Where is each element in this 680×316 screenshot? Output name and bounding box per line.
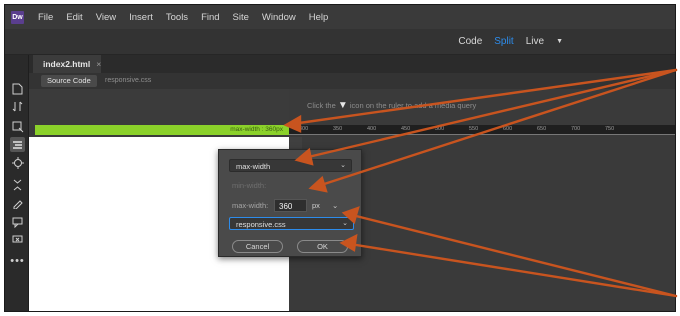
media-query-hint: Click the ▼ icon on the ruler to add a m…	[307, 100, 476, 111]
media-query-bar[interactable]: max-width : 360px	[35, 125, 289, 135]
document-tab-label: index2.html	[43, 59, 91, 69]
menu-insert[interactable]: Insert	[129, 12, 153, 23]
ruler-tick: 550	[469, 126, 479, 132]
app-window: Dw File Edit View Insert Tools Find Site…	[4, 4, 676, 312]
wrap-tag-icon[interactable]	[10, 195, 25, 210]
chevron-down-icon: ⌄	[340, 162, 346, 169]
live-dropdown-caret-icon[interactable]: ▼	[556, 38, 563, 45]
cancel-button[interactable]: Cancel	[232, 240, 283, 253]
open-document-icon[interactable]	[10, 81, 25, 96]
max-width-label: max-width:	[232, 201, 269, 210]
live-view-button[interactable]: Live	[526, 36, 544, 47]
css-file-select[interactable]: responsive.css ⌄	[229, 217, 354, 230]
related-file-responsive-css[interactable]: responsive.css	[105, 77, 151, 84]
expand-collapse-icon[interactable]	[10, 177, 25, 192]
comment-icon[interactable]	[10, 215, 25, 230]
ruler-tick: 650	[537, 126, 547, 132]
source-code-button[interactable]: Source Code	[41, 75, 97, 87]
chevron-down-icon: ⌄	[342, 220, 348, 227]
menu-file[interactable]: File	[38, 12, 53, 23]
media-query-popup: max-width ⌄ min-width: max-width: 360 px…	[218, 149, 362, 257]
view-switch-bar: Code Split Live ▼	[5, 29, 675, 55]
live-code-icon[interactable]	[10, 155, 25, 170]
menu-find[interactable]: Find	[201, 12, 219, 23]
ruler-tick: 700	[571, 126, 581, 132]
ruler-tick: 750	[605, 126, 615, 132]
ruler-tick: 600	[503, 126, 513, 132]
left-toolbar: •••	[5, 55, 29, 311]
view-switch: Code Split Live ▼	[446, 36, 563, 47]
close-tab-icon[interactable]: ×	[96, 59, 101, 69]
ruler-tick: 450	[401, 126, 411, 132]
css-file-select-value: responsive.css	[236, 220, 286, 229]
max-width-input[interactable]: 360	[274, 199, 307, 212]
condition-select-value: max-width	[236, 162, 271, 171]
add-media-query-icon: ▼	[337, 100, 348, 111]
ruler-tick: 500	[435, 126, 445, 132]
remove-comment-icon[interactable]	[10, 233, 25, 248]
document-tab-bar: index2.html ×	[29, 55, 675, 73]
menu-tools[interactable]: Tools	[166, 12, 188, 23]
hint-text-before: Click the	[307, 101, 336, 110]
unit-select-value: px	[312, 201, 320, 210]
code-view-button[interactable]: Code	[458, 36, 482, 47]
document-tab[interactable]: index2.html ×	[33, 55, 101, 73]
visual-media-query-ruler[interactable]: 300 350 400 450 500 550 600 650 700 750	[289, 125, 675, 135]
menu-window[interactable]: Window	[262, 12, 296, 23]
menu-site[interactable]: Site	[233, 12, 249, 23]
app-logo-icon: Dw	[11, 10, 24, 24]
menu-bar: Dw File Edit View Insert Tools Find Site…	[5, 5, 675, 29]
more-tools-icon[interactable]: •••	[10, 253, 25, 268]
chevron-down-icon: ⌄	[332, 201, 339, 210]
ruler-tick: 400	[367, 126, 377, 132]
min-width-label: min-width:	[232, 181, 267, 190]
preview-icon[interactable]	[10, 119, 25, 134]
ruler-tick: 300	[299, 126, 309, 132]
related-files-bar: Source Code responsive.css	[29, 73, 675, 89]
file-management-icon[interactable]	[10, 99, 25, 114]
ruler-tick: 350	[333, 126, 343, 132]
unit-select[interactable]: px ⌄	[312, 201, 338, 210]
menu-edit[interactable]: Edit	[66, 12, 82, 23]
ok-button[interactable]: OK	[297, 240, 348, 253]
hint-text-after: icon on the ruler to add a media query	[349, 101, 477, 110]
condition-select[interactable]: max-width ⌄	[229, 159, 352, 172]
split-view-button[interactable]: Split	[494, 36, 513, 47]
menu-help[interactable]: Help	[309, 12, 329, 23]
format-source-icon[interactable]	[10, 137, 25, 152]
menu-view[interactable]: View	[96, 12, 116, 23]
